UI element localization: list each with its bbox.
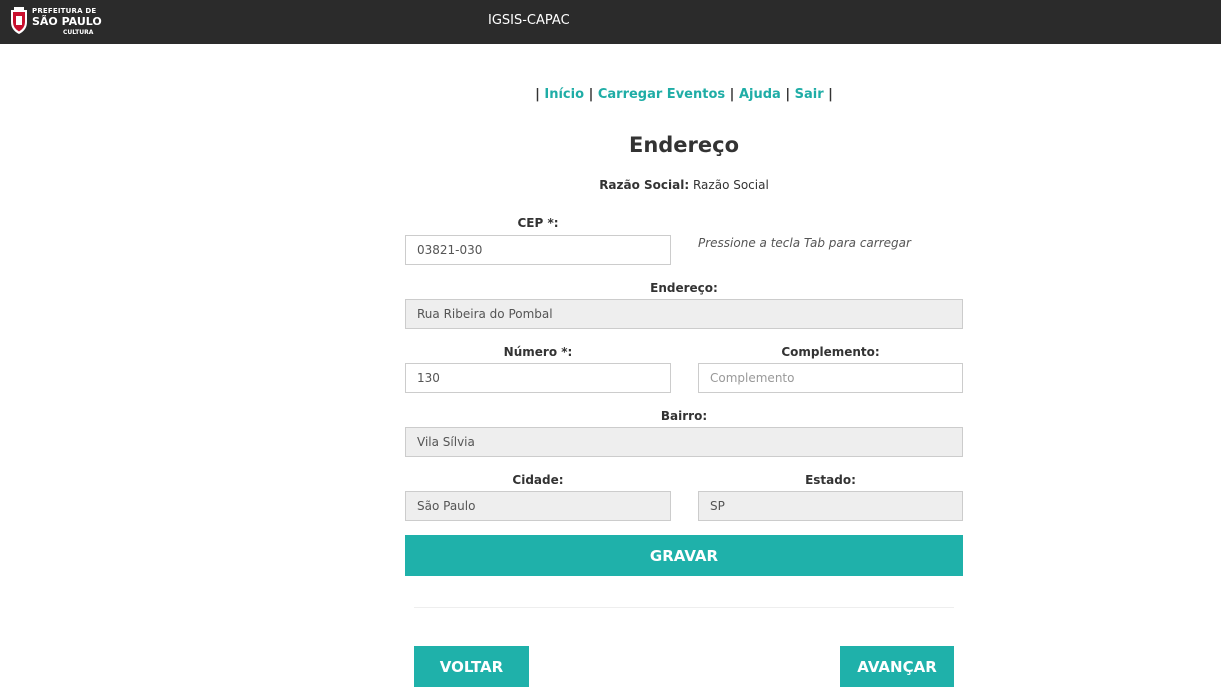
complemento-input[interactable] — [698, 363, 963, 393]
nav-separator: | — [535, 87, 540, 102]
razao-social-line: Razão Social: Razão Social — [405, 178, 963, 192]
endereco-label: Endereço: — [650, 281, 718, 295]
complemento-label: Complemento: — [781, 345, 880, 359]
bairro-input[interactable] — [405, 427, 963, 457]
razao-social-value: Razão Social — [692, 178, 769, 192]
prefeitura-logo[interactable]: PREFEITURA DE SÃO PAULO CULTURA — [8, 6, 108, 38]
top-bar: PREFEITURA DE SÃO PAULO CULTURA IGSIS-CA… — [0, 0, 1221, 44]
numero-label: Número *: — [503, 345, 573, 359]
nav-link-sair[interactable]: Sair — [795, 87, 824, 102]
voltar-button[interactable]: VOLTAR — [414, 646, 529, 687]
nav-link-inicio[interactable]: Início — [544, 87, 584, 102]
bairro-label: Bairro: — [660, 409, 708, 423]
logo-line-3: CULTURA — [63, 29, 94, 36]
coat-of-arms-icon — [11, 7, 27, 34]
endereco-input[interactable] — [405, 299, 963, 329]
numero-input[interactable] — [405, 363, 671, 393]
razao-social-label: Razão Social: — [599, 178, 690, 192]
page-title: Endereço — [628, 133, 740, 157]
main-nav: | Início | Carregar Eventos | Ajuda | Sa… — [405, 87, 963, 102]
nav-separator: | — [828, 87, 833, 102]
logo-line-2: SÃO PAULO — [32, 15, 102, 28]
avancar-button[interactable]: AVANÇAR — [840, 646, 954, 687]
gravar-button[interactable]: GRAVAR — [405, 535, 963, 576]
cep-hint: Pressione a tecla Tab para carregar — [698, 236, 911, 250]
cidade-label: Cidade: — [512, 473, 564, 487]
nav-separator: | — [588, 87, 594, 102]
nav-link-carregar-eventos[interactable]: Carregar Eventos — [598, 87, 725, 102]
estado-input[interactable] — [698, 491, 963, 521]
nav-link-ajuda[interactable]: Ajuda — [739, 87, 781, 102]
estado-label: Estado: — [805, 473, 856, 487]
divider — [414, 607, 954, 608]
app-title: IGSIS-CAPAC — [488, 13, 570, 28]
nav-separator: | — [785, 87, 791, 102]
nav-separator: | — [729, 87, 735, 102]
logo-line-1: PREFEITURA DE — [32, 7, 97, 15]
cep-input[interactable] — [405, 235, 671, 265]
cep-label: CEP *: — [517, 216, 559, 230]
cidade-input[interactable] — [405, 491, 671, 521]
